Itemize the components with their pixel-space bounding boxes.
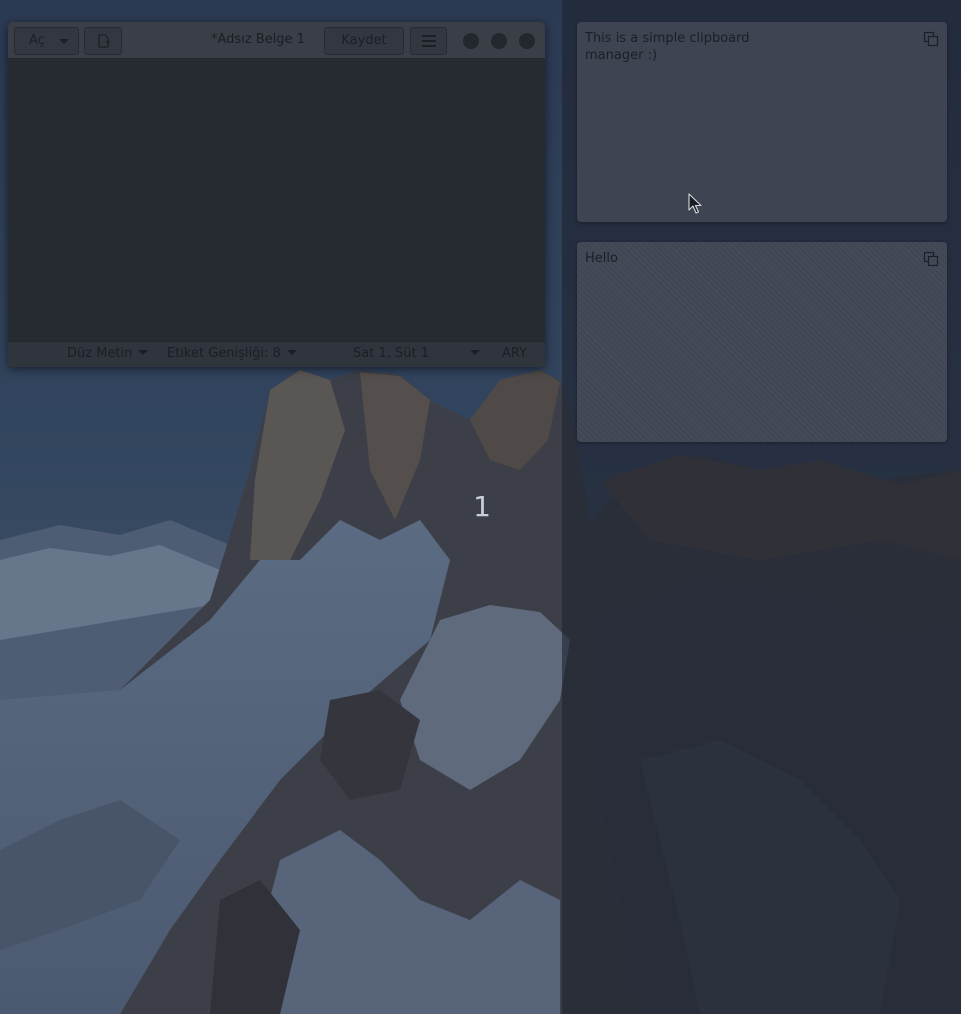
clipboard-manager-panel: This is a simple clipboard manager :) He… <box>562 0 961 1014</box>
clipboard-item-text: This is a simple clipboard manager :) <box>585 31 750 63</box>
cursor-position-label: Sat 1, Süt 1 <box>353 346 429 361</box>
save-button[interactable]: Kaydet <box>324 27 404 55</box>
maximize-window-button[interactable] <box>491 33 507 49</box>
cursor-position-selector[interactable]: Sat 1, Süt 1 <box>353 346 429 361</box>
mouse-pointer-icon <box>688 193 702 214</box>
clipboard-item[interactable]: This is a simple clipboard manager :) <box>577 22 947 222</box>
open-button[interactable]: Aç <box>14 27 79 55</box>
syntax-label: Düz Metin <box>67 346 133 361</box>
new-document-icon <box>98 34 110 48</box>
chevron-down-icon <box>470 350 480 355</box>
text-editor-window[interactable]: Aç *Adsız Belge 1 Kaydet Düz Metin Etike… <box>8 22 545 367</box>
minimize-window-button[interactable] <box>463 33 479 49</box>
tab-width-selector[interactable]: Etiket Genişliği: 8 <box>167 346 297 361</box>
copy-button[interactable] <box>923 31 939 47</box>
copy-icon <box>923 31 939 47</box>
copy-icon <box>923 251 939 267</box>
new-document-button[interactable] <box>84 27 122 55</box>
menu-button[interactable] <box>410 27 447 55</box>
chevron-down-icon <box>286 350 297 355</box>
workspace-number: 1 <box>473 490 491 523</box>
editor-headerbar: Aç *Adsız Belge 1 Kaydet <box>8 22 545 59</box>
open-button-label: Aç <box>29 33 45 48</box>
hamburger-menu-icon <box>422 35 436 47</box>
copy-button[interactable] <box>923 251 939 267</box>
editor-text-area[interactable] <box>8 60 545 341</box>
tab-width-label: Etiket Genişliği: 8 <box>167 346 281 361</box>
chevron-down-icon <box>138 350 149 355</box>
insert-mode-indicator: ARY <box>502 346 528 361</box>
document-title: *Adsız Belge 1 <box>211 32 305 47</box>
close-window-button[interactable] <box>519 33 535 49</box>
syntax-selector[interactable]: Düz Metin <box>67 346 149 361</box>
clipboard-item[interactable]: Hello <box>577 242 947 442</box>
clipboard-item-text: Hello <box>585 251 618 266</box>
editor-statusbar: Düz Metin Etiket Genişliği: 8 Sat 1, Süt… <box>8 341 545 367</box>
cursor-position-dropdown[interactable] <box>464 346 480 361</box>
chevron-down-icon <box>59 39 69 44</box>
